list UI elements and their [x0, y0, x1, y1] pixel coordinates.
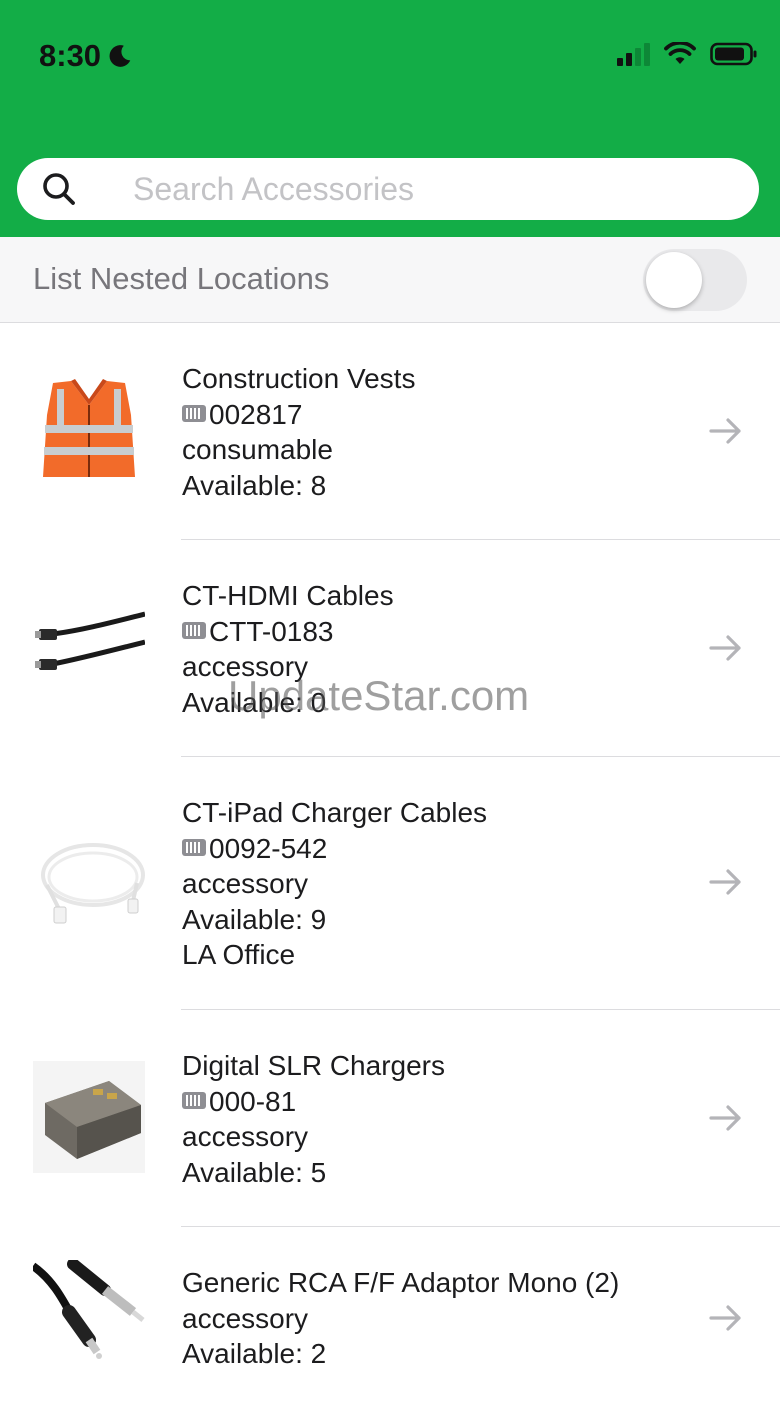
list-item[interactable]: CT-iPad Charger Cables 0092-542 accessor… — [0, 757, 780, 1010]
battery-icon — [710, 42, 757, 66]
barcode-icon — [182, 404, 206, 422]
item-availability: Available: 5 — [182, 1156, 327, 1188]
arrow-right-icon — [709, 1305, 741, 1331]
arrow-right-icon — [709, 1105, 741, 1131]
list-item[interactable]: Digital SLR Chargers 000-81 accessory Av… — [0, 1010, 780, 1227]
item-type: consumable — [182, 434, 333, 465]
item-type: accessory — [182, 868, 309, 899]
clock-text: 8:30 — [39, 38, 102, 73]
item-code-line: 002817 — [182, 397, 415, 433]
item-code: 000-81 — [209, 1085, 297, 1117]
item-text: Generic RCA F/F Adaptor Mono (2) accesso… — [182, 1265, 619, 1372]
item-location: LA Office — [182, 939, 296, 970]
barcode-icon — [182, 1091, 206, 1109]
arrow-right-icon — [709, 869, 741, 895]
item-code-line: 0092-542 — [182, 831, 487, 867]
item-name: Generic RCA F/F Adaptor Mono (2) — [182, 1267, 620, 1298]
item-image — [33, 1260, 145, 1359]
item-text: Digital SLR Chargers 000-81 accessory Av… — [182, 1048, 445, 1190]
toggle-knob — [646, 252, 702, 308]
item-type: accessory — [182, 1302, 309, 1334]
item-image — [33, 1061, 145, 1173]
item-code-line: 000-81 — [182, 1084, 445, 1120]
search-bar[interactable] — [17, 158, 759, 220]
item-text: Construction Vests 002817 consumable Ava… — [182, 361, 415, 503]
item-image — [41, 843, 145, 924]
app-header: 8:30 — [0, 0, 780, 237]
item-name: CT-HDMI Cables — [182, 580, 394, 611]
nested-locations-toggle[interactable] — [643, 249, 747, 311]
item-image — [43, 379, 135, 477]
item-name: CT-iPad Charger Cables — [182, 797, 488, 828]
search-icon — [43, 173, 75, 205]
item-name: Construction Vests — [182, 363, 416, 394]
item-type: accessory — [182, 651, 309, 682]
item-code: CTT-0183 — [209, 615, 334, 647]
item-code: 0092-542 — [209, 832, 328, 864]
barcode-icon — [182, 838, 206, 856]
item-image — [35, 611, 145, 670]
item-availability: Available: 0 — [182, 686, 327, 718]
item-code: 002817 — [209, 398, 303, 430]
wifi-icon — [664, 42, 696, 64]
arrow-right-icon — [709, 418, 741, 444]
search-input[interactable] — [133, 170, 693, 208]
list-item[interactable]: CT-HDMI Cables CTT-0183 accessory Availa… — [0, 540, 780, 757]
item-type: accessory — [182, 1121, 309, 1152]
nested-locations-row: List Nested Locations — [0, 237, 780, 323]
item-text: CT-iPad Charger Cables 0092-542 accessor… — [182, 795, 487, 973]
list-item[interactable]: Generic RCA F/F Adaptor Mono (2) accesso… — [0, 1227, 780, 1407]
barcode-icon — [182, 621, 206, 639]
item-code-line: CTT-0183 — [182, 614, 394, 650]
status-bar-time: 8:30 — [39, 38, 133, 74]
item-availability: Available: 2 — [182, 1338, 327, 1369]
accessories-list: Construction Vests 002817 consumable Ava… — [0, 323, 780, 1407]
item-availability: Available: 8 — [182, 469, 327, 501]
nested-locations-label: List Nested Locations — [33, 261, 330, 296]
arrow-right-icon — [709, 635, 741, 661]
item-text: CT-HDMI Cables CTT-0183 accessory Availa… — [182, 578, 394, 720]
item-name: Digital SLR Chargers — [182, 1050, 445, 1081]
list-item[interactable]: Construction Vests 002817 consumable Ava… — [0, 323, 780, 540]
moon-icon — [109, 45, 131, 67]
cellular-signal-icon — [617, 42, 650, 66]
item-availability: Available: 9 — [182, 903, 327, 935]
status-icons — [617, 42, 758, 66]
